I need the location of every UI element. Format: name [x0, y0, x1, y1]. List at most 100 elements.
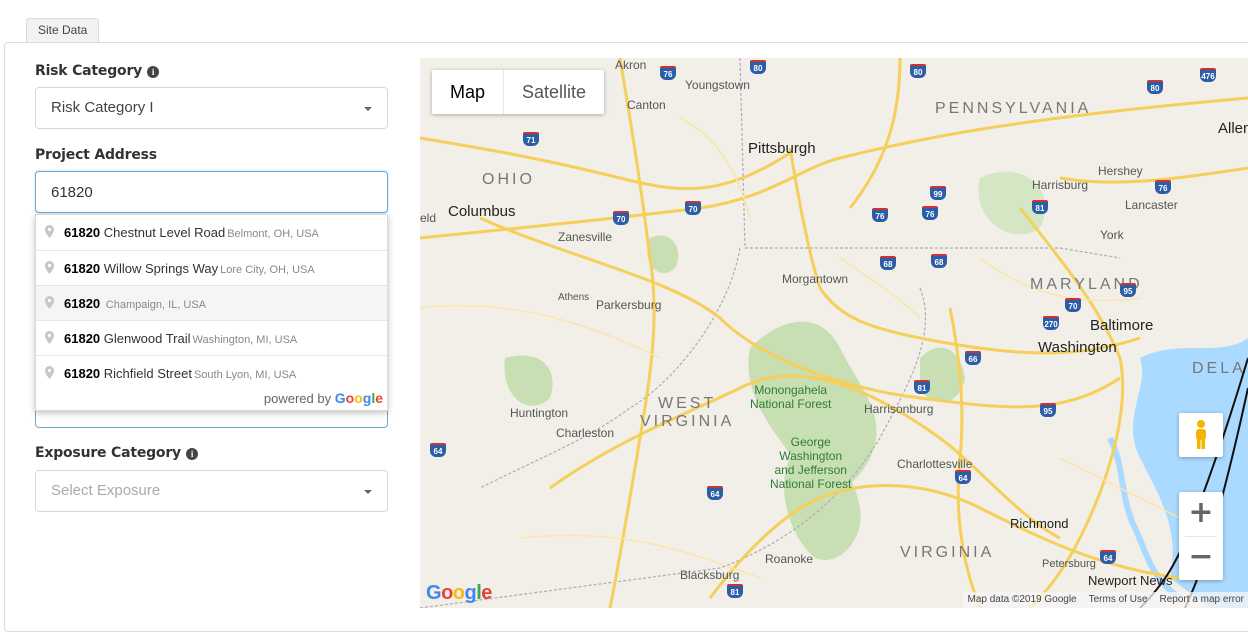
zoom-in-button[interactable]: +	[1179, 492, 1223, 536]
chevron-down-icon	[364, 107, 372, 111]
autocomplete-secondary: Lore City, OH, USA	[220, 264, 315, 276]
map-type-satellite-button[interactable]: Satellite	[504, 70, 604, 114]
highway-shield-icon: 68	[931, 254, 947, 268]
highway-shield-icon: 76	[1155, 180, 1171, 194]
project-address-label: Project Address	[35, 147, 157, 163]
map-pin-icon	[45, 331, 54, 344]
exposure-category-placeholder: Select Exposure	[51, 482, 161, 499]
autocomplete-match: 61820	[64, 261, 101, 276]
map-label: VIRGINIA	[900, 544, 995, 561]
highway-shield-icon: 64	[1100, 550, 1116, 564]
map-label: Huntington	[510, 406, 569, 420]
highway-shield-icon: 70	[613, 211, 629, 225]
project-address-input[interactable]	[35, 171, 388, 213]
map-label: Petersburg	[1042, 558, 1096, 570]
autocomplete-item[interactable]: 61820 Richfield Street South Lyon, MI, US…	[36, 355, 387, 390]
map-label: Harrisonburg	[864, 402, 934, 416]
map-label: Blacksburg	[680, 568, 740, 582]
map-label: OHIO	[482, 171, 535, 188]
autocomplete-item[interactable]: 61820 Willow Springs Way Lore City, OH, U…	[36, 250, 387, 285]
highway-shield-icon: 80	[1147, 80, 1163, 94]
map-label: Pittsburgh	[748, 140, 816, 157]
map-label: Richmond	[1010, 516, 1069, 531]
powered-by-google: powered by Google	[264, 390, 383, 406]
map-label: Charlottesville	[897, 457, 973, 471]
map-label: Charleston	[556, 426, 615, 440]
google-wordmark: Google	[334, 390, 383, 406]
pegman-icon	[1196, 420, 1206, 449]
risk-category-label: Risk Category i	[35, 63, 160, 79]
map-label: Roanoke	[765, 552, 814, 566]
map-pin-icon	[45, 296, 54, 309]
map-label: Harrisburg	[1032, 178, 1089, 192]
highway-shield-icon: 66	[965, 351, 981, 365]
autocomplete-secondary: Washington, MI, USA	[192, 334, 298, 346]
map-label: Columbus	[448, 203, 516, 220]
highway-shield-icon: 80	[910, 64, 926, 78]
map-label: Zanesville	[558, 230, 613, 244]
autocomplete-match: 61820	[64, 296, 101, 311]
zoom-divider	[1185, 536, 1217, 537]
highway-shield-icon: 81	[1032, 200, 1048, 214]
address-autocomplete-dropdown: 61820 Chestnut Level Road Belmont, OH, US…	[35, 214, 388, 411]
exposure-category-label-text: Exposure Category	[35, 445, 181, 461]
google-map[interactable]: Akron Youngstown Canton PENNSYLVANIA All…	[420, 58, 1248, 608]
map-label: Hershey	[1098, 164, 1143, 178]
zoom-out-button[interactable]: −	[1179, 536, 1223, 580]
highway-shield-icon: 70	[1065, 298, 1081, 312]
map-label: eld	[420, 211, 437, 225]
map-label: George Washington and Jefferson National…	[770, 435, 852, 491]
powered-by-text: powered by	[263, 391, 332, 406]
street-view-pegman[interactable]	[1179, 413, 1223, 457]
highway-shield-icon: 270	[1043, 316, 1059, 330]
autocomplete-secondary: Champaign, IL, USA	[105, 299, 207, 311]
highway-shield-icon: 99	[930, 186, 946, 200]
autocomplete-main: Glenwood Trail	[103, 331, 191, 346]
highway-shield-icon: 70	[685, 201, 701, 215]
map-label: Washington	[1038, 339, 1117, 356]
map-label: Monongahela National Forest	[750, 383, 832, 411]
map-type-map-button[interactable]: Map	[432, 70, 505, 114]
autocomplete-match: 61820	[64, 331, 101, 346]
map-label: DELA	[1192, 360, 1246, 377]
exposure-category-label: Exposure Category i	[35, 445, 198, 461]
highway-shield-icon: 71	[523, 132, 539, 146]
map-pin-icon	[45, 366, 54, 379]
map-label: Morgantown	[782, 272, 849, 286]
map-label: PENNSYLVANIA	[935, 100, 1092, 117]
autocomplete-main: Willow Springs Way	[103, 261, 219, 276]
google-logo[interactable]: Google	[426, 582, 492, 605]
map-label: Newport News	[1088, 573, 1173, 588]
highway-shield-icon: 76	[922, 206, 938, 220]
map-label: Lancaster	[1125, 198, 1178, 212]
report-map-error-link[interactable]: Report a map error	[1160, 592, 1244, 608]
map-label: Youngstown	[685, 78, 750, 92]
exposure-category-select[interactable]: Select Exposure	[35, 470, 388, 512]
autocomplete-main: Richfield Street	[103, 366, 192, 381]
risk-category-select[interactable]: Risk Category I	[35, 87, 388, 129]
highway-shield-icon: 81	[914, 380, 930, 394]
autocomplete-secondary: Belmont, OH, USA	[227, 228, 319, 240]
autocomplete-match: 61820	[64, 225, 101, 240]
map-label: Athens	[558, 292, 590, 303]
map-label: Baltimore	[1090, 317, 1154, 334]
info-icon[interactable]: i	[186, 448, 198, 460]
zoom-control: + −	[1179, 492, 1223, 580]
autocomplete-main: Chestnut Level Road	[103, 225, 226, 240]
map-label: York	[1100, 228, 1124, 242]
autocomplete-item[interactable]: 61820 Glenwood Trail Washington, MI, USA	[36, 320, 387, 355]
terms-of-use-link[interactable]: Terms of Use	[1089, 592, 1148, 608]
tab-site-data[interactable]: Site Data	[26, 18, 100, 42]
autocomplete-item[interactable]: 61820 Champaign, IL, USA	[36, 285, 387, 320]
highway-shield-icon: 64	[430, 443, 446, 457]
highway-shield-icon: 64	[707, 486, 723, 500]
autocomplete-secondary: South Lyon, MI, USA	[193, 369, 297, 381]
autocomplete-item[interactable]: 61820 Chestnut Level Road Belmont, OH, US…	[36, 215, 387, 250]
map-attribution: Map data ©2019 Google Terms of Use Repor…	[963, 592, 1248, 608]
risk-category-value: Risk Category I	[51, 99, 154, 116]
info-icon[interactable]: i	[147, 66, 160, 78]
map-label: Akron	[615, 58, 647, 72]
autocomplete-match: 61820	[64, 366, 101, 381]
map-label: Allen	[1218, 120, 1248, 137]
map-label: Parkersburg	[596, 298, 662, 312]
